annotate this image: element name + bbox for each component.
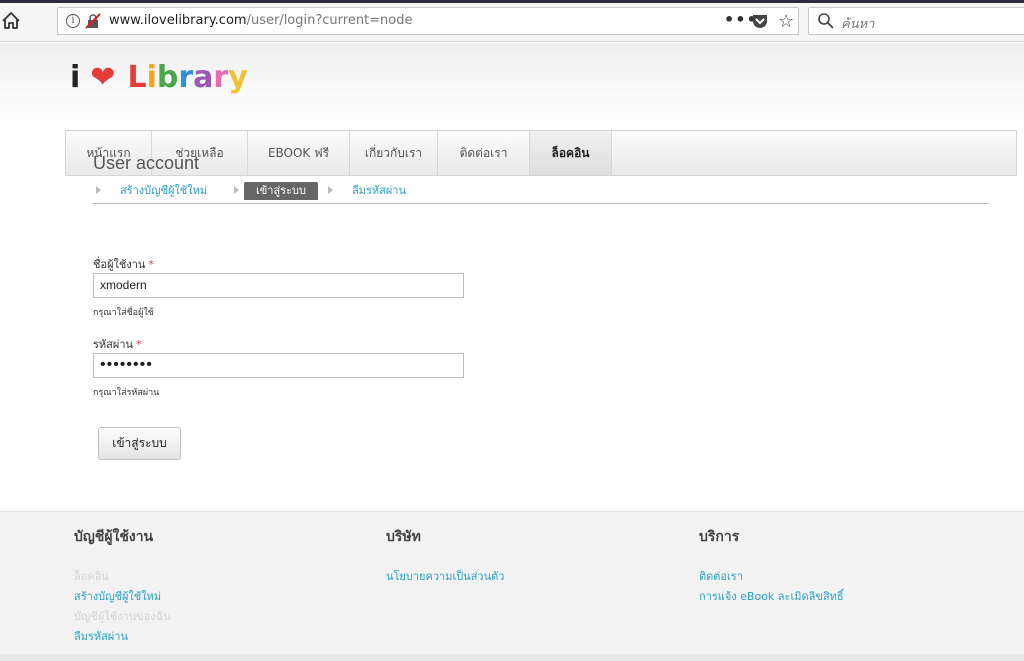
tab-arrow-icon [328, 186, 333, 194]
footer-link[interactable]: บัญชีผู้ใช้งานของฉัน [74, 607, 171, 627]
footer-link[interactable]: การแจ้ง eBook ละเมิดลิขสิทธิ์ [699, 587, 844, 607]
logo-letter: r [178, 60, 194, 95]
footer-link[interactable]: ล็อคอิน [74, 567, 171, 587]
search-icon [818, 13, 834, 29]
window-top-strip [0, 0, 1024, 3]
tab-create-account[interactable]: สร้างบัญชีผู้ใช้ใหม่ [120, 182, 207, 200]
required-mark: * [136, 338, 142, 351]
search-placeholder: ค้นหา [841, 17, 875, 32]
footer-link[interactable]: ติดต่อเรา [699, 567, 844, 587]
heart-icon: ❤ [90, 60, 116, 95]
footer-heading: บัญชีผู้ใช้งาน [74, 529, 154, 545]
footer-link[interactable]: สร้างบัญชีผู้ใช้ใหม่ [74, 587, 171, 607]
logo-i: i [70, 60, 81, 95]
account-tabs: สร้างบัญชีผู้ใช้ใหม่ เข้าสู่ระบบ ลืมรหัส… [93, 180, 989, 204]
pocket-icon[interactable] [752, 14, 768, 29]
site-footer: บัญชีผู้ใช้งาน ล็อคอิน สร้างบัญชีผู้ใช้ให… [0, 511, 1024, 654]
bookmark-star-icon[interactable]: ☆ [778, 11, 794, 32]
address-bar[interactable]: i www.ilovelibrary.com/user/login?curren… [57, 7, 799, 35]
logo-letter: i [146, 60, 157, 95]
password-label: รหัสผ่าน * [93, 335, 142, 353]
password-value: •••••••• [100, 356, 153, 373]
nav-item-2[interactable]: EBOOK ฟรี [248, 131, 350, 175]
required-mark: * [148, 258, 154, 271]
site-logo[interactable]: i ❤ Library [70, 60, 248, 104]
nav-item-4[interactable]: ติดต่อเรา [438, 131, 530, 175]
browser-toolbar: i www.ilovelibrary.com/user/login?curren… [0, 0, 1024, 42]
footer-link[interactable]: ลืมรหัสผ่าน [74, 627, 171, 647]
nav-item-5[interactable]: ล็อคอิน [530, 131, 612, 175]
username-label: ชื่อผู้ใช้งาน * [93, 255, 154, 273]
username-field[interactable]: xmodern [93, 273, 464, 298]
tab-login[interactable]: เข้าสู่ระบบ [244, 182, 318, 200]
footer-column-services: บริการ ติดต่อเรา การแจ้ง eBook ละเมิดลิขส… [699, 526, 844, 607]
logo-letter: L [127, 60, 147, 95]
username-value: xmodern [100, 278, 147, 292]
password-label-text: รหัสผ่าน [93, 338, 134, 351]
tab-arrow-icon [234, 186, 239, 194]
footer-column-company: บริษัท นโยบายความเป็นส่วนตัว [386, 526, 504, 587]
logo-letter: y [228, 60, 248, 95]
footer-link[interactable]: นโยบายความเป็นส่วนตัว [386, 567, 504, 587]
browser-search-box[interactable]: ค้นหา [808, 7, 1024, 35]
password-description: กรุณาใส่รหัสผ่าน [93, 388, 160, 398]
footer-heading: บริการ [699, 529, 740, 545]
logo-word: Library [127, 60, 247, 95]
footer-heading: บริษัท [386, 529, 421, 545]
url-host: www.ilovelibrary.com [109, 13, 247, 28]
site-page: i ❤ Library หน้าแรก ช่วยเหลือ EBOOK ฟรี เกี่ย… [0, 43, 1024, 511]
insecure-lock-icon[interactable] [85, 13, 101, 29]
footer-bottom-strip [0, 654, 1024, 661]
username-label-text: ชื่อผู้ใช้งาน [93, 258, 146, 271]
nav-item-3[interactable]: เกี่ยวกับเรา [350, 131, 438, 175]
site-info-icon[interactable]: i [66, 14, 80, 28]
password-field[interactable]: •••••••• [93, 353, 464, 378]
main-navigation: หน้าแรก ช่วยเหลือ EBOOK ฟรี เกี่ยวกับเรา ติด… [65, 130, 1017, 176]
login-submit-button[interactable]: เข้าสู่ระบบ [98, 427, 181, 460]
tab-arrow-icon [96, 186, 101, 194]
page-title: User account [93, 153, 200, 173]
username-description: กรุณาใส่ชื่อผู้ใช้ [93, 308, 154, 318]
tab-forgot-password[interactable]: ลืมรหัสผ่าน [352, 182, 406, 200]
url-text[interactable]: www.ilovelibrary.com/user/login?current=… [109, 13, 413, 28]
footer-column-account: บัญชีผู้ใช้งาน ล็อคอิน สร้างบัญชีผู้ใช้ให… [74, 526, 171, 647]
logo-letter: b [156, 60, 179, 95]
logo-letter: r [213, 60, 229, 95]
home-icon[interactable] [0, 10, 22, 32]
logo-letter: a [193, 60, 214, 95]
url-path: /user/login?current=node [246, 13, 413, 28]
